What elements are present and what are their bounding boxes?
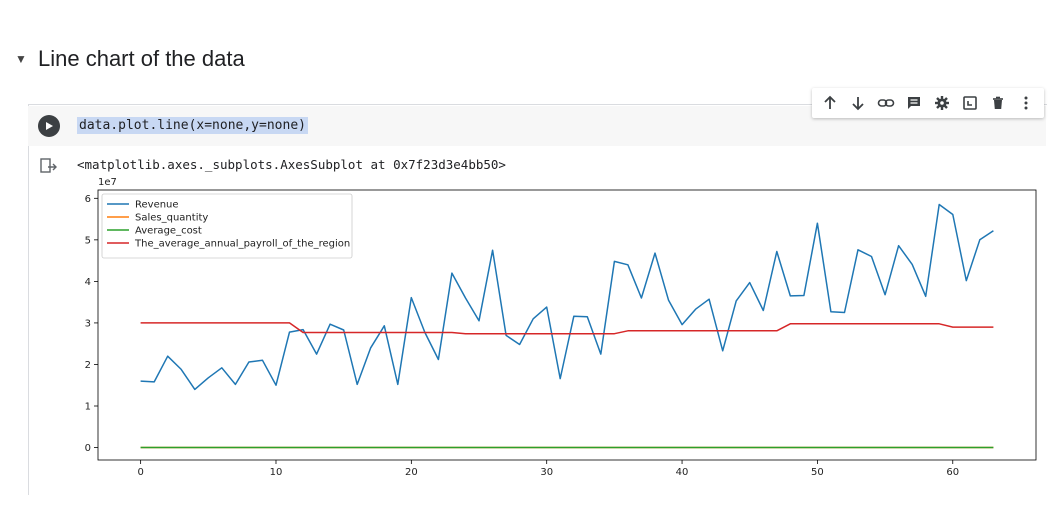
y-tick-label: 4	[85, 277, 91, 288]
line-chart: 1e701234560 10 20 30 40 50 60RevenueSales_quan…	[85, 177, 1037, 478]
move-down-button[interactable]	[846, 91, 870, 115]
x-tick-label: 60	[946, 467, 959, 478]
arrow-up-icon	[824, 95, 836, 109]
x-tick-label: 10	[270, 467, 283, 478]
y-tick-label: 0	[85, 443, 91, 454]
legend-label-1: Sales_quantity	[135, 213, 208, 224]
section-title: Line chart of the data	[38, 46, 245, 71]
y-tick-label: 6	[85, 194, 91, 205]
code-text[interactable]: data.plot.line(x=none,y=none)	[77, 117, 308, 134]
delete-button[interactable]	[986, 91, 1010, 115]
y-tick-label: 2	[85, 360, 91, 371]
cell-output-text: <matplotlib.axes._subplots.AxesSubplot a…	[77, 157, 506, 172]
play-icon	[46, 122, 53, 130]
delete-icon	[993, 96, 1003, 109]
x-tick-label: 20	[405, 467, 418, 478]
comment-button[interactable]	[902, 91, 926, 115]
cell-toolbar	[812, 88, 1044, 118]
legend-label-3: The_average_annual_payroll_of_the_region	[134, 239, 350, 250]
x-tick-label: 0	[137, 467, 143, 478]
comment-icon	[908, 97, 920, 109]
series-line-3	[140, 322, 994, 335]
mirror-cell-icon	[963, 96, 977, 110]
gear-icon	[935, 96, 949, 110]
legend-label-2: Average_cost	[135, 226, 202, 237]
mirror-cell-button[interactable]	[958, 91, 982, 115]
settings-button[interactable]	[930, 91, 954, 115]
link-button[interactable]	[874, 91, 898, 115]
legend-label-0: Revenue	[135, 200, 179, 211]
y-scale-label: 1e7	[98, 177, 117, 188]
more-options-button[interactable]	[1014, 91, 1038, 115]
arrow-down-icon	[852, 97, 864, 111]
run-cell-button[interactable]	[38, 115, 60, 137]
x-tick-label: 40	[676, 467, 689, 478]
caret-down-icon[interactable]: ▼	[14, 52, 28, 66]
more-vert-icon	[1024, 96, 1028, 110]
y-tick-label: 3	[85, 318, 91, 329]
link-icon	[877, 99, 895, 107]
output-arrow-icon[interactable]	[40, 158, 58, 174]
y-tick-label: 1	[85, 402, 91, 413]
y-tick-label: 5	[85, 235, 91, 246]
x-tick-label: 30	[540, 467, 553, 478]
x-tick-label: 50	[811, 467, 824, 478]
move-up-button[interactable]	[818, 91, 842, 115]
section-heading[interactable]: ▼ Line chart of the data	[14, 46, 245, 72]
